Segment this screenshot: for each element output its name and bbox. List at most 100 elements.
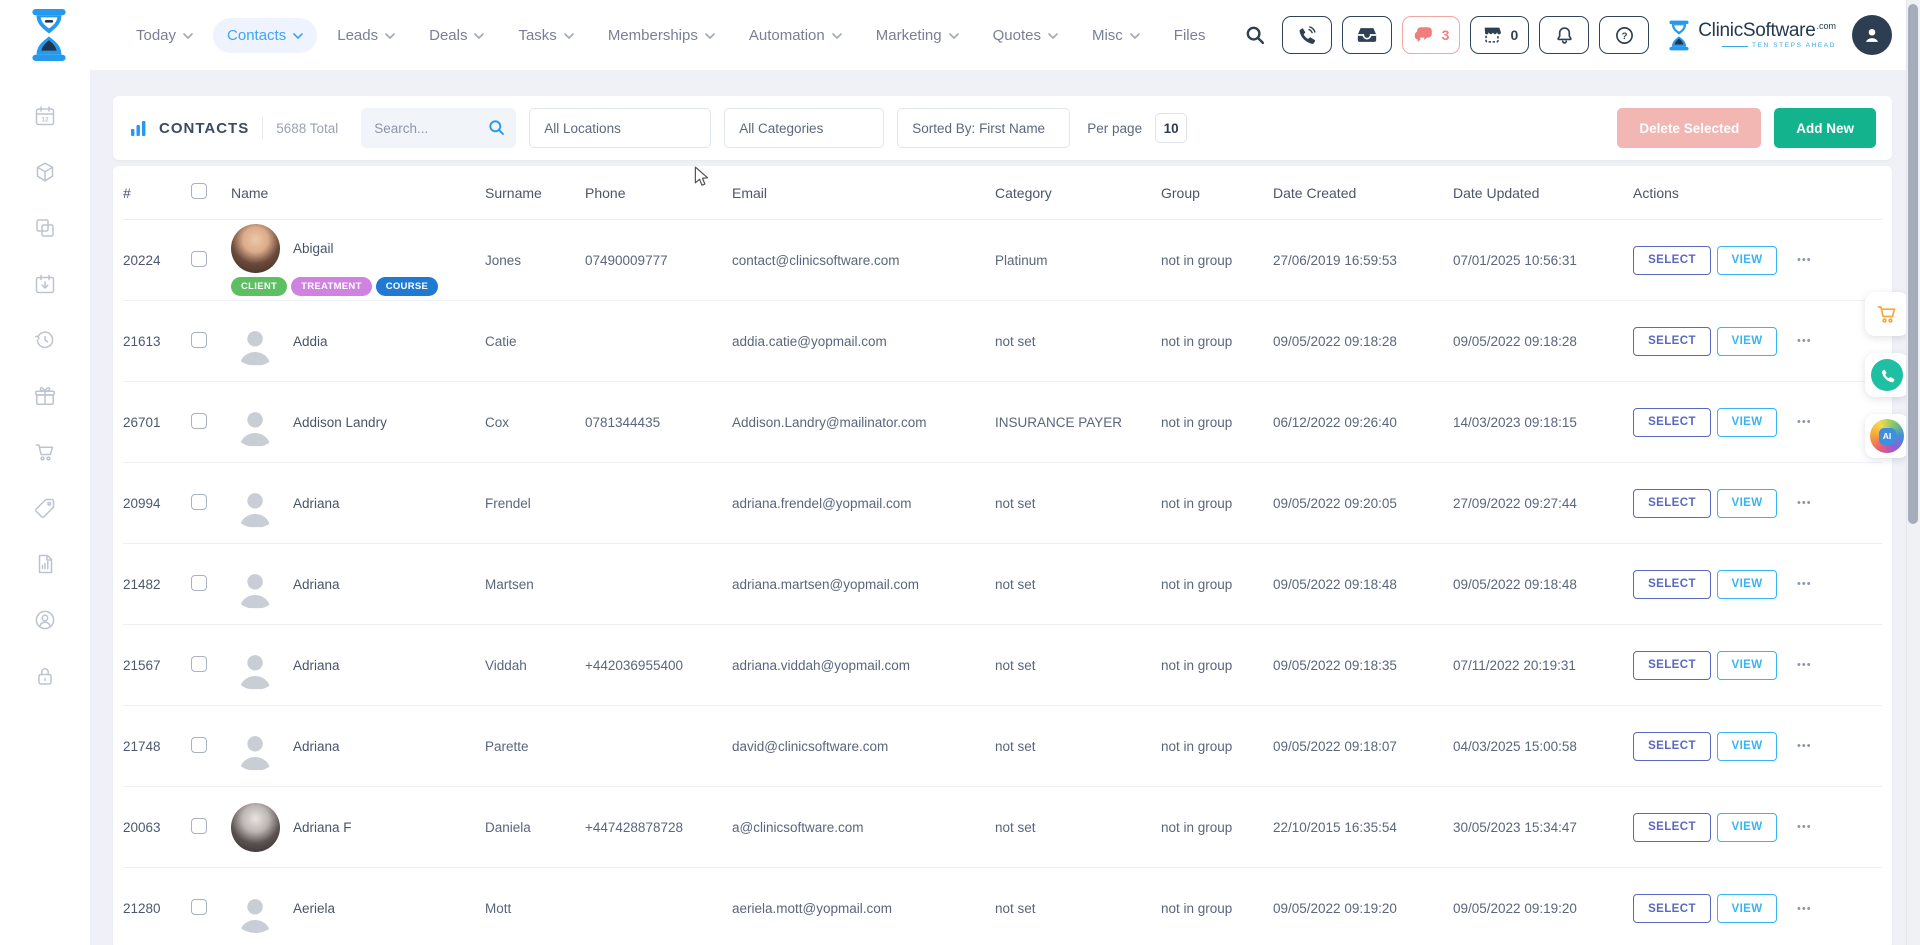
actions-cell: SELECT VIEW ••• [1633, 408, 1882, 437]
app-logo[interactable] [28, 8, 70, 62]
row-more-icon[interactable]: ••• [1797, 659, 1812, 671]
row-checkbox[interactable] [191, 251, 207, 267]
contact-name: Adriana [293, 658, 340, 673]
shop-button[interactable]: 0 [1470, 16, 1529, 54]
calendar-booking-icon[interactable] [33, 272, 57, 296]
nav-item-automation[interactable]: Automation [735, 18, 856, 53]
report-icon[interactable] [33, 552, 57, 576]
contact-group: not in group [1161, 496, 1273, 511]
row-more-icon[interactable]: ••• [1797, 335, 1812, 347]
per-page-input[interactable] [1155, 113, 1187, 143]
view-button[interactable]: VIEW [1717, 246, 1777, 275]
history-icon[interactable] [33, 328, 57, 352]
account-icon[interactable] [33, 608, 57, 632]
nav-item-marketing[interactable]: Marketing [862, 18, 973, 53]
row-checkbox[interactable] [191, 899, 207, 915]
row-more-icon[interactable]: ••• [1797, 254, 1812, 266]
nav-item-misc[interactable]: Misc [1078, 18, 1154, 53]
row-checkbox[interactable] [191, 818, 207, 834]
dialer-button[interactable] [1282, 16, 1332, 54]
call-button[interactable] [1865, 353, 1909, 397]
chat-button[interactable]: 3 [1402, 16, 1461, 54]
nav-item-label: Marketing [876, 27, 942, 44]
categories-filter[interactable]: All Categories [724, 108, 884, 148]
delete-selected-button[interactable]: Delete Selected [1617, 108, 1761, 148]
contact-name: Adriana [293, 739, 340, 754]
row-checkbox[interactable] [191, 413, 207, 429]
sort-filter[interactable]: Sorted By: First Name [897, 108, 1070, 148]
row-more-icon[interactable]: ••• [1797, 578, 1812, 590]
col-phone: Phone [585, 185, 732, 201]
contact-id: 20063 [123, 820, 191, 835]
products-cube-icon[interactable] [33, 160, 57, 184]
select-button[interactable]: SELECT [1633, 732, 1711, 761]
view-button[interactable]: VIEW [1717, 570, 1777, 599]
view-button[interactable]: VIEW [1717, 489, 1777, 518]
select-button[interactable]: SELECT [1633, 570, 1711, 599]
lock-icon[interactable] [33, 664, 57, 688]
ai-assistant-button[interactable]: AI [1865, 414, 1909, 458]
floating-actions: AI [1865, 292, 1909, 458]
chevron-down-icon [705, 33, 715, 39]
nav-item-deals[interactable]: Deals [415, 18, 498, 53]
calendar-icon[interactable]: 12 [33, 104, 57, 128]
select-button[interactable]: SELECT [1633, 246, 1711, 275]
cart-icon[interactable] [33, 440, 57, 464]
row-more-icon[interactable]: ••• [1797, 821, 1812, 833]
select-all-checkbox[interactable] [191, 183, 207, 199]
view-button[interactable]: VIEW [1717, 651, 1777, 680]
inbox-button[interactable] [1342, 16, 1392, 54]
contacts-table: # Name Surname Phone Email Category Grou… [113, 166, 1892, 945]
search-icon[interactable] [1244, 24, 1266, 46]
select-button[interactable]: SELECT [1633, 894, 1711, 923]
copy-pages-icon[interactable] [33, 216, 57, 240]
nav-item-leads[interactable]: Leads [323, 18, 409, 53]
row-checkbox[interactable] [191, 737, 207, 753]
contact-phone: 07490009777 [585, 253, 732, 268]
add-new-button[interactable]: Add New [1774, 108, 1876, 148]
col-email: Email [732, 185, 995, 201]
help-button[interactable]: ? [1599, 16, 1649, 54]
nav-item-tasks[interactable]: Tasks [504, 18, 587, 53]
row-checkbox[interactable] [191, 332, 207, 348]
vertical-scrollbar[interactable] [1906, 0, 1920, 945]
row-checkbox[interactable] [191, 575, 207, 591]
select-button[interactable]: SELECT [1633, 408, 1711, 437]
row-checkbox[interactable] [191, 656, 207, 672]
nav-item-contacts[interactable]: Contacts [213, 18, 317, 53]
row-more-icon[interactable]: ••• [1797, 416, 1812, 428]
row-more-icon[interactable]: ••• [1797, 903, 1812, 915]
scrollbar-thumb[interactable] [1908, 4, 1918, 524]
name-cell: Adriana [231, 560, 485, 609]
search-icon[interactable] [487, 118, 506, 137]
select-button[interactable]: SELECT [1633, 327, 1711, 356]
nav-item-memberships[interactable]: Memberships [594, 18, 729, 53]
date-created: 09/05/2022 09:20:05 [1273, 496, 1453, 511]
select-button[interactable]: SELECT [1633, 489, 1711, 518]
locations-filter[interactable]: All Locations [529, 108, 711, 148]
user-menu-avatar[interactable] [1852, 15, 1892, 55]
contact-id: 26701 [123, 415, 191, 430]
select-button[interactable]: SELECT [1633, 813, 1711, 842]
select-button[interactable]: SELECT [1633, 651, 1711, 680]
row-more-icon[interactable]: ••• [1797, 740, 1812, 752]
date-created: 09/05/2022 09:18:48 [1273, 577, 1453, 592]
nav-item-quotes[interactable]: Quotes [979, 18, 1072, 53]
gift-icon[interactable] [33, 384, 57, 408]
view-button[interactable]: VIEW [1717, 894, 1777, 923]
date-updated: 14/03/2023 09:18:15 [1453, 415, 1633, 430]
quick-cart-button[interactable] [1865, 292, 1909, 336]
discount-tag-icon[interactable] [33, 496, 57, 520]
row-more-icon[interactable]: ••• [1797, 497, 1812, 509]
contact-name: Addison Landry [293, 415, 387, 430]
view-button[interactable]: VIEW [1717, 813, 1777, 842]
view-button[interactable]: VIEW [1717, 732, 1777, 761]
view-button[interactable]: VIEW [1717, 408, 1777, 437]
row-checkbox[interactable] [191, 494, 207, 510]
nav-item-today[interactable]: Today [122, 18, 207, 53]
notifications-button[interactable] [1539, 16, 1589, 54]
view-button[interactable]: VIEW [1717, 327, 1777, 356]
contact-phone: +447428878728 [585, 820, 732, 835]
nav-item-files[interactable]: Files [1160, 18, 1220, 53]
table-body: 20224 Abigail CLIENTTREATMENTCOURSE Jone… [123, 220, 1882, 945]
